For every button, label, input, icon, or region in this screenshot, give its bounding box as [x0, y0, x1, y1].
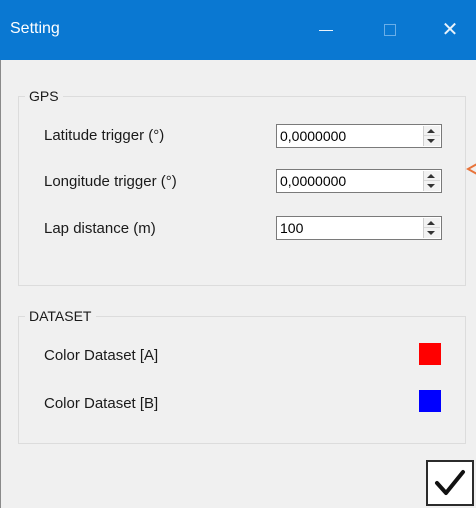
checkmark-icon: [435, 470, 465, 495]
longitude-stepper[interactable]: 0,0000000: [276, 169, 442, 193]
color-dataset-a-label: Color Dataset [A]: [44, 347, 159, 364]
longitude-label: Longitude trigger (°): [44, 173, 177, 190]
close-button[interactable]: ✕: [428, 0, 472, 60]
maximize-icon: [384, 24, 396, 36]
spin-divider: [424, 180, 440, 181]
dataset-group: DATASET: [18, 308, 466, 444]
spin-down-icon[interactable]: [427, 231, 435, 235]
maximize-button[interactable]: [368, 0, 412, 60]
spin-down-icon[interactable]: [427, 139, 435, 143]
minimize-button[interactable]: [304, 0, 348, 60]
latitude-label: Latitude trigger (°): [44, 127, 165, 144]
title-bar[interactable]: Setting ✕: [0, 0, 476, 60]
spin-down-icon[interactable]: [427, 184, 435, 188]
ok-button[interactable]: [426, 460, 474, 506]
lap-distance-value[interactable]: 100: [280, 220, 303, 236]
latitude-spin-buttons[interactable]: [423, 126, 440, 146]
lap-distance-spin-buttons[interactable]: [423, 218, 440, 238]
spin-divider: [424, 135, 440, 136]
latitude-stepper[interactable]: 0,0000000: [276, 124, 442, 148]
lap-distance-label: Lap distance (m): [44, 220, 156, 237]
minimize-icon: [319, 29, 333, 31]
window-title: Setting: [10, 20, 60, 37]
edge-marker-icon: [466, 163, 476, 175]
spin-up-icon[interactable]: [427, 129, 435, 133]
color-dataset-b-swatch[interactable]: [419, 390, 441, 412]
gps-legend: GPS: [29, 88, 59, 104]
longitude-value[interactable]: 0,0000000: [280, 173, 346, 189]
spin-up-icon[interactable]: [427, 174, 435, 178]
spin-divider: [424, 227, 440, 228]
dataset-legend: DATASET: [29, 308, 92, 324]
close-icon: ✕: [441, 19, 459, 41]
lap-distance-stepper[interactable]: 100: [276, 216, 442, 240]
color-dataset-b-label: Color Dataset [B]: [44, 395, 159, 412]
spin-up-icon[interactable]: [427, 221, 435, 225]
latitude-value[interactable]: 0,0000000: [280, 128, 346, 144]
longitude-spin-buttons[interactable]: [423, 171, 440, 191]
window-left-edge: [0, 60, 1, 508]
color-dataset-a-swatch[interactable]: [419, 343, 441, 365]
